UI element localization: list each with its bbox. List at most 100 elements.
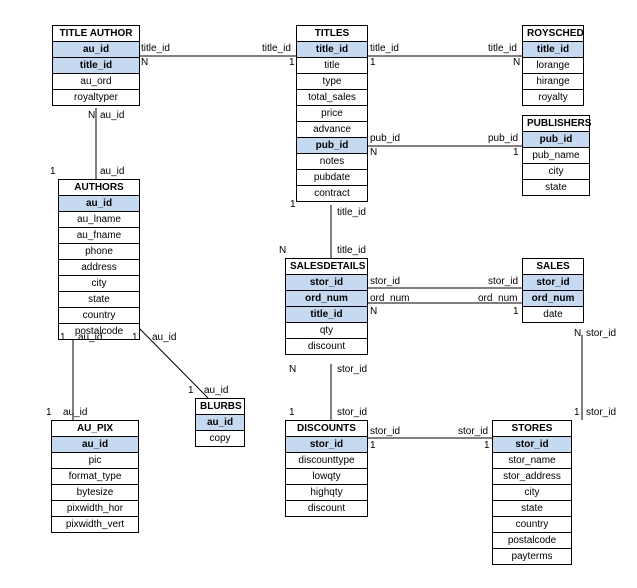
rel-card: 1 — [513, 306, 519, 317]
rel-card: 1 — [60, 332, 66, 343]
col-country: country — [493, 517, 571, 533]
rel-card: N — [370, 147, 377, 158]
rel-card: N — [141, 57, 148, 68]
col-bytesize: bytesize — [52, 485, 138, 501]
col-au_ord: au_ord — [53, 74, 139, 90]
col-pub_id: pub_id — [297, 138, 367, 154]
rel-label: stor_id — [370, 276, 400, 287]
rel-label: stor_id — [488, 276, 518, 287]
rel-label: ord_num — [370, 293, 409, 304]
rel-card: N — [88, 110, 95, 121]
col-phone: phone — [59, 244, 139, 260]
col-pixwidth_hor: pixwidth_hor — [52, 501, 138, 517]
col-advance: advance — [297, 122, 367, 138]
rel-label: au_id — [100, 166, 124, 177]
col-highqty: highqty — [286, 485, 367, 501]
entity-au-pix: AU_PIX au_id pic format_type bytesize pi… — [51, 420, 139, 533]
entity-header: DISCOUNTS — [286, 421, 367, 437]
rel-label: pub_id — [370, 133, 400, 144]
rel-label: stor_id — [337, 407, 367, 418]
col-discount: discount — [286, 339, 367, 354]
rel-card: N — [289, 364, 296, 375]
col-total_sales: total_sales — [297, 90, 367, 106]
col-stor_name: stor_name — [493, 453, 571, 469]
col-pubdate: pubdate — [297, 170, 367, 186]
col-title_id: title_id — [297, 42, 367, 58]
col-stor_id: stor_id — [286, 275, 367, 291]
col-stor_id: stor_id — [493, 437, 571, 453]
col-au_id: au_id — [59, 196, 139, 212]
rel-label: title_id — [337, 245, 366, 256]
rel-card: N — [574, 328, 581, 339]
col-type: type — [297, 74, 367, 90]
entity-stores: STORES stor_id stor_name stor_address ci… — [492, 420, 572, 565]
col-pub_name: pub_name — [523, 148, 589, 164]
col-state: state — [493, 501, 571, 517]
entity-header: PUBLISHERS — [523, 116, 589, 132]
rel-label: title_id — [337, 207, 366, 218]
col-au_id: au_id — [52, 437, 138, 453]
entity-header: TITLES — [297, 26, 367, 42]
rel-card: 1 — [484, 440, 490, 451]
entity-salesdetails: SALESDETAILS stor_id ord_num title_id qt… — [285, 258, 368, 355]
col-state: state — [59, 292, 139, 308]
col-au_id: au_id — [196, 415, 244, 431]
rel-label: stor_id — [458, 426, 488, 437]
col-royaltyper: royaltyper — [53, 90, 139, 105]
col-pic: pic — [52, 453, 138, 469]
col-title_id: title_id — [53, 58, 139, 74]
rel-label: title_id — [262, 43, 291, 54]
entity-header: ROYSCHED — [523, 26, 583, 42]
entity-header: SALES — [523, 259, 583, 275]
col-format_type: format_type — [52, 469, 138, 485]
rel-label: au_id — [152, 332, 176, 343]
entity-blurbs: BLURBS au_id copy — [195, 398, 245, 447]
rel-card: 1 — [513, 147, 519, 158]
col-discounttype: discounttype — [286, 453, 367, 469]
rel-label: au_id — [100, 110, 124, 121]
entity-header: BLURBS — [196, 399, 244, 415]
col-au_id: au_id — [53, 42, 139, 58]
rel-card: 1 — [574, 407, 580, 418]
rel-card: 1 — [289, 407, 295, 418]
rel-label: au_id — [204, 385, 228, 396]
rel-card: 1 — [289, 57, 295, 68]
col-hirange: hirange — [523, 74, 583, 90]
entity-roysched: ROYSCHED title_id lorange hirange royalt… — [522, 25, 584, 106]
col-address: address — [59, 260, 139, 276]
entity-authors: AUTHORS au_id au_lname au_fname phone ad… — [58, 179, 140, 340]
entity-title-author: TITLE AUTHOR au_id title_id au_ord royal… — [52, 25, 140, 106]
col-discount: discount — [286, 501, 367, 516]
col-title_id: title_id — [286, 307, 367, 323]
col-pixwidth_vert: pixwidth_vert — [52, 517, 138, 532]
col-city: city — [59, 276, 139, 292]
rel-label: stor_id — [586, 328, 616, 339]
col-royalty: royalty — [523, 90, 583, 105]
entity-discounts: DISCOUNTS stor_id discounttype lowqty hi… — [285, 420, 368, 517]
col-ord_num: ord_num — [286, 291, 367, 307]
entity-titles: TITLES title_id title type total_sales p… — [296, 25, 368, 202]
entity-header: AU_PIX — [52, 421, 138, 437]
col-ord_num: ord_num — [523, 291, 583, 307]
col-lorange: lorange — [523, 58, 583, 74]
rel-label: stor_id — [337, 364, 367, 375]
col-au_lname: au_lname — [59, 212, 139, 228]
col-contract: contract — [297, 186, 367, 201]
col-stor_id: stor_id — [523, 275, 583, 291]
col-qty: qty — [286, 323, 367, 339]
rel-label: stor_id — [586, 407, 616, 418]
col-title_id: title_id — [523, 42, 583, 58]
entity-header: AUTHORS — [59, 180, 139, 196]
col-country: country — [59, 308, 139, 324]
rel-label: ord_num — [478, 293, 517, 304]
entity-header: STORES — [493, 421, 571, 437]
rel-card: 1 — [370, 440, 376, 451]
rel-card: 1 — [188, 385, 194, 396]
col-lowqty: lowqty — [286, 469, 367, 485]
entity-header: TITLE AUTHOR — [53, 26, 139, 42]
rel-card: N — [513, 57, 520, 68]
rel-label: au_id — [78, 332, 102, 343]
rel-label: title_id — [141, 43, 170, 54]
col-notes: notes — [297, 154, 367, 170]
entity-publishers: PUBLISHERS pub_id pub_name city state — [522, 115, 590, 196]
